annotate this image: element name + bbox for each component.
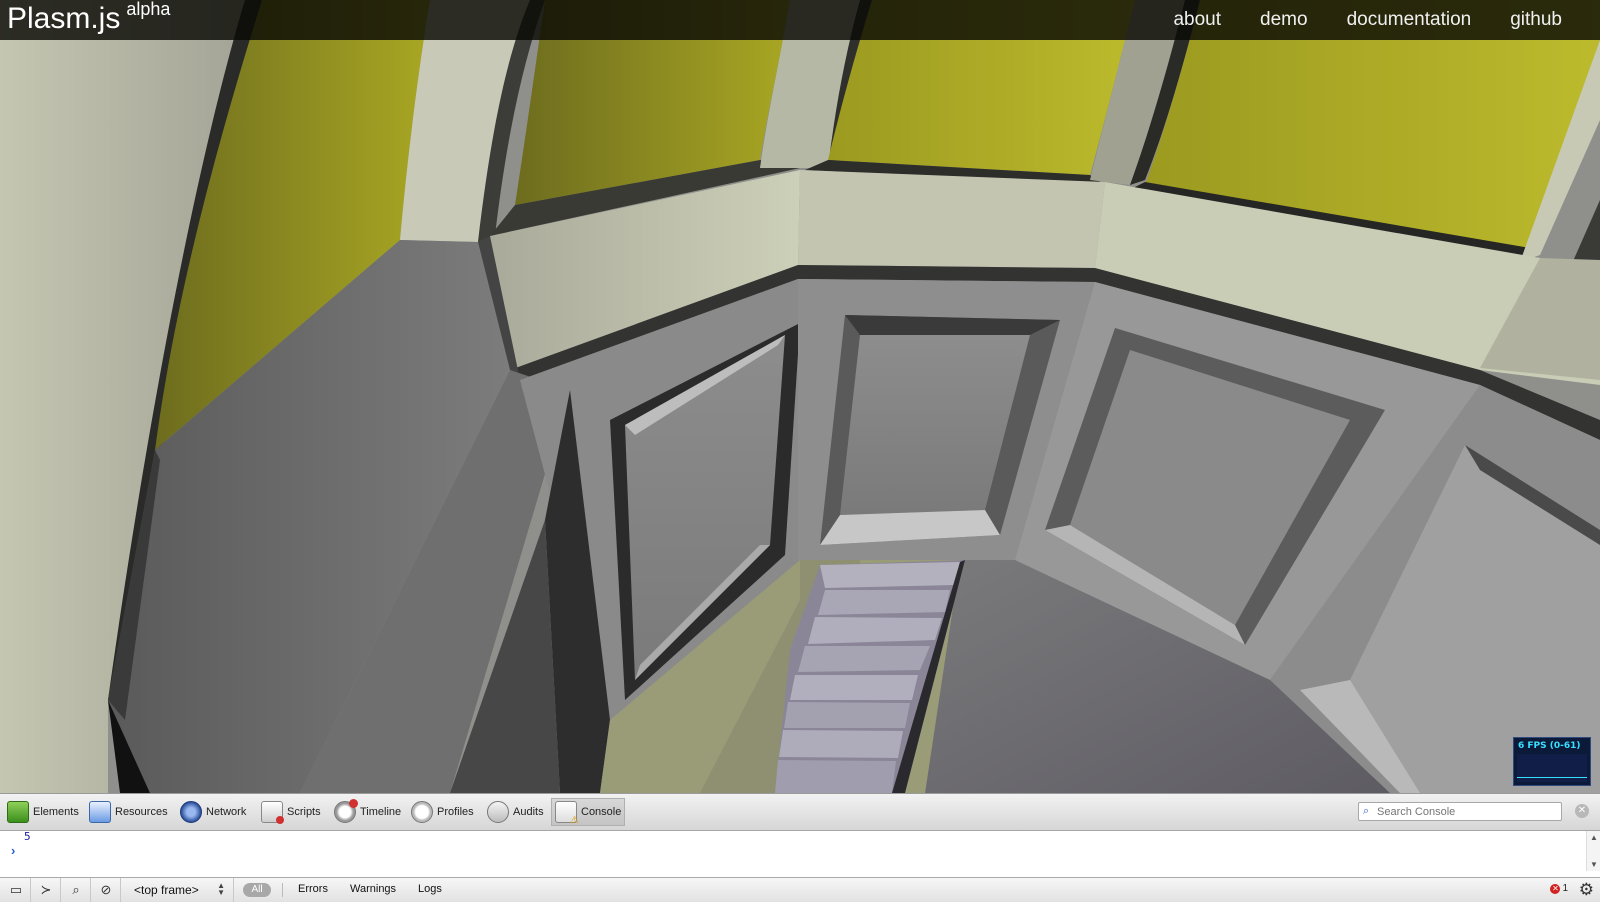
- devtools-panel: Elements Resources Network Scripts Timel…: [0, 793, 1600, 902]
- tab-label: Resources: [115, 806, 168, 818]
- error-counter[interactable]: ✕ 1: [1550, 883, 1568, 894]
- brand-name: Plasm.js: [7, 2, 121, 35]
- fps-graph: [1517, 754, 1587, 782]
- console-prompt-icon: ›: [11, 843, 16, 858]
- frame-select[interactable]: <top frame> ▲ ▼: [124, 878, 234, 902]
- filter-errors[interactable]: Errors: [298, 883, 328, 895]
- site-logo[interactable]: Plasm.js alpha: [7, 0, 171, 40]
- audits-icon: [487, 801, 509, 823]
- brand-tag: alpha: [126, 0, 171, 19]
- 3d-viewport[interactable]: [0, 0, 1600, 793]
- devtools-statusbar: ▭ ≻ ⌕ ⊘ <top frame> ▲ ▼ All Errors Warnin…: [0, 877, 1600, 902]
- clear-console-icon[interactable]: ⊘: [92, 878, 121, 902]
- console-output[interactable]: 5 ›: [0, 830, 1586, 871]
- console-icon: [555, 801, 579, 826]
- scroll-down-icon[interactable]: ▼: [1590, 860, 1598, 869]
- close-devtools-icon[interactable]: ✕: [1575, 804, 1589, 818]
- error-count: 1: [1562, 883, 1568, 894]
- tab-label: Profiles: [437, 806, 474, 818]
- console-scrollbar[interactable]: ▲ ▼: [1586, 831, 1600, 871]
- tab-resources[interactable]: Resources: [89, 798, 168, 826]
- filter-warnings[interactable]: Warnings: [350, 883, 396, 895]
- nav-demo[interactable]: demo: [1260, 9, 1308, 31]
- tab-elements[interactable]: Elements: [7, 798, 79, 826]
- nav-about[interactable]: about: [1173, 9, 1221, 31]
- tab-console[interactable]: Console: [551, 798, 626, 826]
- gear-icon[interactable]: ⚙: [1579, 880, 1594, 900]
- frame-select-value: <top frame>: [134, 883, 199, 897]
- search-icon: ⌕: [1363, 805, 1370, 817]
- timeline-icon: [334, 799, 358, 823]
- error-icon: ✕: [1550, 883, 1561, 894]
- devtools-toolbar: Elements Resources Network Scripts Timel…: [0, 794, 1600, 831]
- fps-label: 6 FPS (0-61): [1518, 741, 1581, 751]
- inspect-search-icon[interactable]: ⌕: [62, 878, 91, 902]
- elements-icon: [7, 801, 29, 823]
- divider: [282, 883, 283, 897]
- tab-scripts[interactable]: Scripts: [261, 798, 321, 826]
- tab-label: Timeline: [360, 806, 402, 818]
- site-header: Plasm.js alpha about demo documentation g…: [0, 0, 1600, 40]
- search-console-box[interactable]: ⌕: [1358, 802, 1562, 821]
- resources-icon: [89, 801, 111, 823]
- show-console-icon[interactable]: ≻: [32, 878, 61, 902]
- profiles-icon: [411, 801, 433, 823]
- filter-logs[interactable]: Logs: [418, 883, 442, 895]
- tab-label: Network: [206, 806, 247, 818]
- nav-documentation[interactable]: documentation: [1347, 9, 1472, 31]
- nav-github[interactable]: github: [1510, 9, 1562, 31]
- tab-timeline[interactable]: Timeline: [334, 798, 401, 826]
- tab-label: Elements: [33, 806, 79, 818]
- tab-label: Console: [581, 806, 622, 818]
- dock-icon[interactable]: ▭: [2, 878, 31, 902]
- select-arrows-icon: ▲ ▼: [217, 881, 225, 897]
- network-icon: [180, 801, 202, 823]
- console-result: 5: [24, 830, 31, 843]
- main-nav: about demo documentation github: [1173, 0, 1600, 40]
- tab-label: Audits: [513, 806, 544, 818]
- scroll-up-icon[interactable]: ▲: [1590, 833, 1598, 842]
- fps-meter[interactable]: 6 FPS (0-61): [1513, 737, 1591, 786]
- filter-all[interactable]: All: [243, 883, 271, 897]
- scripts-icon: [261, 801, 284, 824]
- tab-audits[interactable]: Audits: [487, 798, 544, 826]
- tab-label: Scripts: [287, 806, 321, 818]
- search-console-input[interactable]: [1377, 804, 1557, 819]
- tab-network[interactable]: Network: [180, 798, 246, 826]
- tab-profiles[interactable]: Profiles: [411, 798, 474, 826]
